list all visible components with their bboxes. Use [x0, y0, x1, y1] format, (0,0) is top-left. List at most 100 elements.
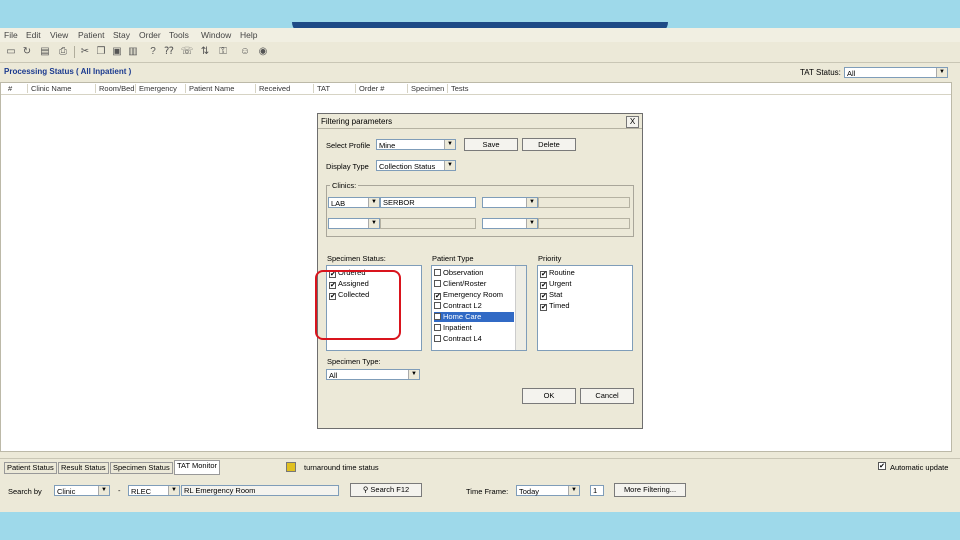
chevron-down-icon[interactable]: ▼: [168, 486, 179, 495]
open-icon[interactable]: ▭: [4, 45, 18, 58]
list-item[interactable]: Contract L2: [434, 301, 482, 311]
clinic-name-field[interactable]: [380, 197, 476, 208]
clinic-select-3[interactable]: ▼: [328, 218, 380, 229]
menu-stay[interactable]: Stay: [113, 30, 130, 40]
menu-file[interactable]: File: [4, 30, 18, 40]
tat-status-select[interactable]: All ▼: [844, 67, 948, 78]
cancel-button[interactable]: Cancel: [580, 388, 634, 404]
context-help-icon[interactable]: ⁇: [162, 45, 176, 58]
chevron-down-icon[interactable]: ▼: [444, 140, 455, 149]
search-by-select[interactable]: Clinic ▼: [54, 485, 110, 496]
list-item-selected[interactable]: Home Care: [434, 312, 514, 322]
phone-icon[interactable]: ☏: [180, 45, 194, 58]
chevron-down-icon[interactable]: ▼: [526, 219, 537, 228]
clinic-select-4[interactable]: ▼: [482, 218, 538, 229]
col-header[interactable]: Clinic Name: [27, 84, 71, 93]
user-icon[interactable]: ☺: [238, 45, 252, 58]
checkbox[interactable]: [434, 280, 441, 287]
col-header[interactable]: Order #: [355, 84, 384, 93]
chevron-down-icon[interactable]: ▼: [368, 198, 379, 207]
chevron-down-icon[interactable]: ▼: [408, 370, 419, 379]
menu-edit[interactable]: Edit: [26, 30, 41, 40]
col-header[interactable]: Specimen: [407, 84, 444, 93]
chevron-down-icon[interactable]: ▼: [568, 486, 579, 495]
scrollbar[interactable]: [515, 266, 526, 350]
clinic-code-search-select[interactable]: RLEC ▼: [128, 485, 180, 496]
clinic-code-select[interactable]: LAB ▼: [328, 197, 380, 208]
specimen-type-select[interactable]: All ▼: [326, 369, 420, 380]
more-filtering-button[interactable]: More Filtering...: [614, 483, 686, 497]
clipboard-icon[interactable]: ▥: [126, 45, 140, 58]
menu-window[interactable]: Window: [201, 30, 231, 40]
clinic-name-field-2[interactable]: [538, 197, 630, 208]
checkbox[interactable]: ✔: [540, 293, 547, 300]
status-text: turnaround time status: [304, 463, 379, 472]
col-header[interactable]: Room/Bed: [95, 84, 134, 93]
clinic-select-2[interactable]: ▼: [482, 197, 538, 208]
col-header[interactable]: Received: [255, 84, 290, 93]
col-header[interactable]: Patient Name: [185, 84, 234, 93]
list-item[interactable]: Inpatient: [434, 323, 472, 333]
select-profile-select[interactable]: Mine ▼: [376, 139, 456, 150]
lock-icon[interactable]: ⚿: [216, 45, 230, 58]
auto-update-checkbox[interactable]: ✔: [878, 462, 886, 470]
list-item[interactable]: ✔ Urgent: [540, 279, 572, 289]
checkbox[interactable]: ✔: [540, 271, 547, 278]
sort-icon[interactable]: ⇅: [198, 45, 212, 58]
chevron-down-icon[interactable]: ▼: [368, 219, 379, 228]
search-button[interactable]: ⚲ Search F12: [350, 483, 422, 497]
chevron-down-icon[interactable]: ▼: [936, 68, 947, 77]
delete-button[interactable]: Delete: [522, 138, 576, 151]
clinic-name-field-4[interactable]: [538, 218, 630, 229]
col-header[interactable]: #: [5, 84, 12, 93]
checkbox[interactable]: ✔: [540, 304, 547, 311]
save-button[interactable]: Save: [464, 138, 518, 151]
chevron-down-icon[interactable]: ▼: [98, 486, 109, 495]
list-item[interactable]: ✔ Emergency Room: [434, 290, 503, 300]
checkbox[interactable]: ✔: [540, 282, 547, 289]
checkbox[interactable]: [434, 269, 441, 276]
col-header[interactable]: Emergency: [135, 84, 177, 93]
select-profile-label: Select Profile: [326, 141, 371, 150]
globe-icon[interactable]: ◉: [256, 45, 270, 58]
menu-tools[interactable]: Tools: [169, 30, 189, 40]
list-item[interactable]: ✔ Timed: [540, 301, 570, 311]
col-header[interactable]: TAT: [313, 84, 330, 93]
list-item[interactable]: ✔ Routine: [540, 268, 575, 278]
clinic-description-field[interactable]: [181, 485, 339, 496]
list-item[interactable]: Contract L4: [434, 334, 482, 344]
tab-tat-monitor[interactable]: TAT Monitor: [174, 460, 221, 475]
help-icon[interactable]: ?: [146, 45, 160, 58]
dialog-title-bar: Filtering parameters X: [318, 114, 642, 129]
checkbox[interactable]: ✔: [434, 293, 441, 300]
paste-icon[interactable]: ▣: [110, 45, 124, 58]
list-item[interactable]: ✔ Stat: [540, 290, 562, 300]
display-type-select[interactable]: Collection Status ▼: [376, 160, 456, 171]
close-icon[interactable]: X: [626, 116, 639, 128]
refresh-icon[interactable]: ↻: [20, 45, 34, 58]
menu-patient[interactable]: Patient: [78, 30, 104, 40]
tab-patient-status[interactable]: Patient Status: [4, 462, 57, 474]
print-icon[interactable]: ⎙: [56, 45, 70, 58]
menu-help[interactable]: Help: [240, 30, 257, 40]
checkbox[interactable]: [434, 335, 441, 342]
ok-button[interactable]: OK: [522, 388, 576, 404]
menu-order[interactable]: Order: [139, 30, 161, 40]
cut-icon[interactable]: ✂: [78, 45, 92, 58]
clinic-name-field-3[interactable]: [380, 218, 476, 229]
copy-icon[interactable]: ❐: [94, 45, 108, 58]
list-item[interactable]: Observation: [434, 268, 483, 278]
document-icon[interactable]: ▤: [38, 45, 52, 58]
checkbox[interactable]: [434, 313, 441, 320]
list-item[interactable]: Client/Roster: [434, 279, 486, 289]
menu-view[interactable]: View: [50, 30, 68, 40]
col-header[interactable]: Tests: [447, 84, 469, 93]
time-frame-select[interactable]: Today ▼: [516, 485, 580, 496]
time-number-field[interactable]: [590, 485, 604, 496]
checkbox[interactable]: [434, 324, 441, 331]
chevron-down-icon[interactable]: ▼: [526, 198, 537, 207]
chevron-down-icon[interactable]: ▼: [444, 161, 455, 170]
checkbox[interactable]: [434, 302, 441, 309]
tab-result-status[interactable]: Result Status: [58, 462, 109, 474]
tab-specimen-status[interactable]: Specimen Status: [110, 462, 173, 474]
